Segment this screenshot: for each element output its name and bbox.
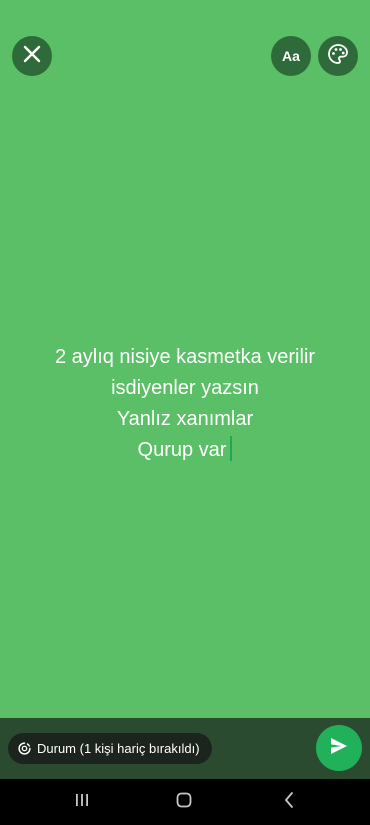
status-text-line: isdiyenler yazsın — [111, 377, 259, 399]
status-audience-chip[interactable]: Durum (1 kişi hariç bırakıldı) — [8, 733, 212, 764]
composer-bottom-bar: Durum (1 kişi hariç bırakıldı) — [0, 718, 370, 779]
status-audience-label: Durum (1 kişi hariç bırakıldı) — [37, 741, 200, 756]
back-button[interactable] — [278, 791, 300, 813]
system-navigation-bar — [0, 779, 370, 825]
close-icon — [23, 45, 41, 68]
home-icon — [175, 791, 193, 814]
back-icon — [282, 791, 296, 814]
home-button[interactable] — [173, 791, 195, 813]
status-editor-canvas[interactable]: Aa 2 aylıq nisiye kasmetka verilir isdiy… — [0, 0, 370, 718]
status-text-line: Qurup var — [137, 439, 227, 461]
status-text-line: 2 aylıq nisiye kasmetka verilir — [54, 346, 316, 368]
send-button[interactable] — [316, 725, 362, 771]
palette-icon — [327, 43, 349, 70]
font-style-label: Aa — [282, 48, 300, 64]
color-palette-button[interactable] — [318, 36, 358, 76]
close-button[interactable] — [12, 36, 52, 76]
text-cursor — [230, 436, 233, 461]
status-text-input[interactable]: 2 aylıq nisiye kasmetka verilir isdiyenl… — [20, 342, 350, 466]
status-text-line: Yanlız xanımlar — [116, 408, 254, 430]
recents-icon — [73, 792, 91, 813]
status-icon — [18, 742, 31, 755]
send-icon — [329, 736, 349, 761]
recents-button[interactable] — [71, 791, 93, 813]
font-style-button[interactable]: Aa — [271, 36, 311, 76]
